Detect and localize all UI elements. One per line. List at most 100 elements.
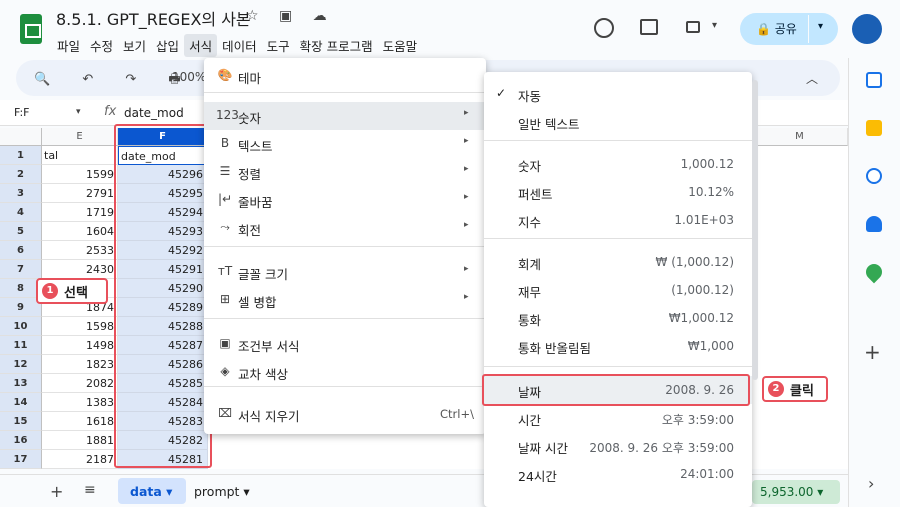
row-header[interactable]: 10 [0, 317, 42, 336]
number-submenu: ✓ 자동 일반 텍스트숫자 1,000.12 퍼센트 10.12% 지수 1.01E+03 회계… [484, 72, 752, 507]
name-box-caret-icon[interactable]: ▾ [76, 107, 81, 117]
number-format-item[interactable]: 날짜 시간 2008. 9. 26 오후 3:59:00 [484, 432, 752, 460]
zoom-select[interactable]: 100% [172, 70, 206, 84]
cell-e[interactable]: 1383 [42, 393, 118, 412]
format-menu-item-wrap[interactable]: |↵ 줄바꿈 ▸ [204, 186, 486, 214]
expand-panel-icon[interactable]: › [868, 474, 874, 493]
share-caret-icon[interactable]: ▾ [818, 21, 823, 32]
menu-insert[interactable]: 삽입 [151, 34, 184, 57]
cell-e[interactable]: 2187 [42, 450, 118, 469]
cell-e[interactable]: tal [42, 146, 118, 165]
cell-e[interactable]: 1604 [42, 222, 118, 241]
number-format-item[interactable]: 회계 ₩ (1,000.12) [484, 248, 752, 276]
row-header[interactable]: 3 [0, 184, 42, 203]
name-box[interactable]: F:F [14, 106, 30, 119]
number-format-example: ₩1,000 [687, 339, 734, 353]
star-move-cloud-icons[interactable]: ☆ ▣ ☁ [246, 8, 335, 24]
cell-e[interactable]: 2791 [42, 184, 118, 203]
row-header[interactable]: 1 [0, 146, 42, 165]
row-header[interactable]: 14 [0, 393, 42, 412]
number-format-item[interactable]: 24시간 24:01:00 [484, 460, 752, 488]
menu-extensions[interactable]: 확장 프로그램 [295, 34, 378, 57]
share-label: 🔒 공유 [756, 22, 797, 36]
formula-input[interactable]: date_mod [124, 106, 184, 120]
meet-icon[interactable] [686, 21, 700, 33]
row-header[interactable]: 16 [0, 431, 42, 450]
number-format-item[interactable]: 일반 텍스트 [484, 108, 752, 136]
cell-e[interactable]: 1598 [42, 317, 118, 336]
calendar-icon[interactable] [866, 72, 882, 88]
menu-separator [484, 140, 752, 141]
meet-caret-icon[interactable]: ▾ [712, 20, 717, 31]
row-header[interactable]: 12 [0, 355, 42, 374]
contacts-icon[interactable] [866, 216, 882, 232]
cell-e[interactable]: 2082 [42, 374, 118, 393]
menu-separator [204, 386, 486, 387]
format-menu-item-number[interactable]: 123 숫자 ▸ [204, 102, 486, 130]
cell-e[interactable]: 2533 [42, 241, 118, 260]
row-header[interactable]: 4 [0, 203, 42, 222]
row-header[interactable]: 13 [0, 374, 42, 393]
row-header[interactable]: 7 [0, 260, 42, 279]
format-menu-item-text[interactable]: B 텍스트 ▸ [204, 130, 486, 158]
all-sheets-button[interactable]: ≡ [84, 482, 96, 498]
format-menu-label: 회전 [238, 223, 262, 238]
history-icon[interactable] [594, 18, 614, 38]
row-header[interactable]: 17 [0, 450, 42, 469]
format-menu-item-conditional[interactable]: ▣ 조건부 서식 [204, 330, 486, 358]
number-format-item[interactable]: 지수 1.01E+03 [484, 206, 752, 234]
document-title[interactable]: 8.5.1. GPT_REGEX의 사본 [56, 6, 251, 30]
number-format-item[interactable]: 통화 ₩1,000.12 [484, 304, 752, 332]
add-sheet-button[interactable]: + [50, 482, 63, 501]
format-menu-item-font-size[interactable]: тT 글꼴 크기 ▸ [204, 258, 486, 286]
format-menu-item-merge[interactable]: ⊞ 셀 병합 ▸ [204, 286, 486, 314]
number-format-item[interactable]: 통화 반올림됨 ₩1,000 [484, 332, 752, 360]
col-header-m[interactable]: M [752, 128, 848, 146]
menu-format[interactable]: 서식 [184, 34, 218, 57]
cell-e[interactable]: 1599 [42, 165, 118, 184]
menu-view[interactable]: 보기 [118, 34, 151, 57]
avatar[interactable] [852, 14, 882, 44]
number-format-item[interactable]: 시간 오후 3:59:00 [484, 404, 752, 432]
cell-e[interactable]: 1498 [42, 336, 118, 355]
sheets-logo-icon[interactable] [20, 14, 42, 44]
number-format-example: 1.01E+03 [674, 213, 734, 227]
cell-e[interactable]: 2430 [42, 260, 118, 279]
number-format-item[interactable]: ✓ 자동 [484, 80, 752, 108]
comment-icon[interactable] [640, 19, 658, 35]
align-icon: ☰ [219, 164, 231, 178]
menu-edit[interactable]: 수정 [85, 34, 118, 57]
collapse-toolbar-icon[interactable]: ︿ [806, 70, 818, 87]
row-header[interactable]: 2 [0, 165, 42, 184]
format-menu-item-theme[interactable]: 🎨 테마 [204, 62, 486, 90]
menu-data[interactable]: 데이터 [217, 34, 262, 57]
menu-file[interactable]: 파일 [52, 34, 85, 57]
keep-icon[interactable] [866, 120, 882, 136]
row-header[interactable]: 11 [0, 336, 42, 355]
menu-tools[interactable]: 도구 [262, 34, 295, 57]
format-menu-item-clear[interactable]: ⌧ 서식 지우기 Ctrl+\ [204, 400, 486, 428]
select-all-corner[interactable] [0, 128, 42, 146]
row-header[interactable]: 6 [0, 241, 42, 260]
row-header[interactable]: 15 [0, 412, 42, 431]
row-header[interactable]: 5 [0, 222, 42, 241]
tab-prompt[interactable]: prompt ▾ [194, 484, 250, 499]
format-menu-item-alternating[interactable]: ◈ 교차 색상 [204, 358, 486, 386]
menu-help[interactable]: 도움말 [378, 34, 423, 57]
cell-e[interactable]: 1881 [42, 431, 118, 450]
tasks-icon[interactable] [866, 168, 882, 184]
number-format-example: (1,000.12) [671, 283, 734, 297]
cell-e[interactable]: 1618 [42, 412, 118, 431]
number-format-label: 퍼센트 [518, 187, 553, 202]
number-format-item[interactable]: 퍼센트 10.12% [484, 178, 752, 206]
cell-e[interactable]: 1823 [42, 355, 118, 374]
format-menu-item-rotate[interactable]: ⤳ 회전 ▸ [204, 214, 486, 242]
format-menu-item-align[interactable]: ☰ 정렬 ▸ [204, 158, 486, 186]
submenu-scrollbar[interactable] [752, 80, 758, 380]
col-header-e[interactable]: E [42, 128, 118, 146]
add-addon-icon[interactable]: + [864, 340, 881, 364]
cell-e[interactable]: 1719 [42, 203, 118, 222]
number-format-item[interactable]: 숫자 1,000.12 [484, 150, 752, 178]
number-format-item[interactable]: 재무 (1,000.12) [484, 276, 752, 304]
number-format-example: ₩ (1,000.12) [655, 255, 734, 269]
